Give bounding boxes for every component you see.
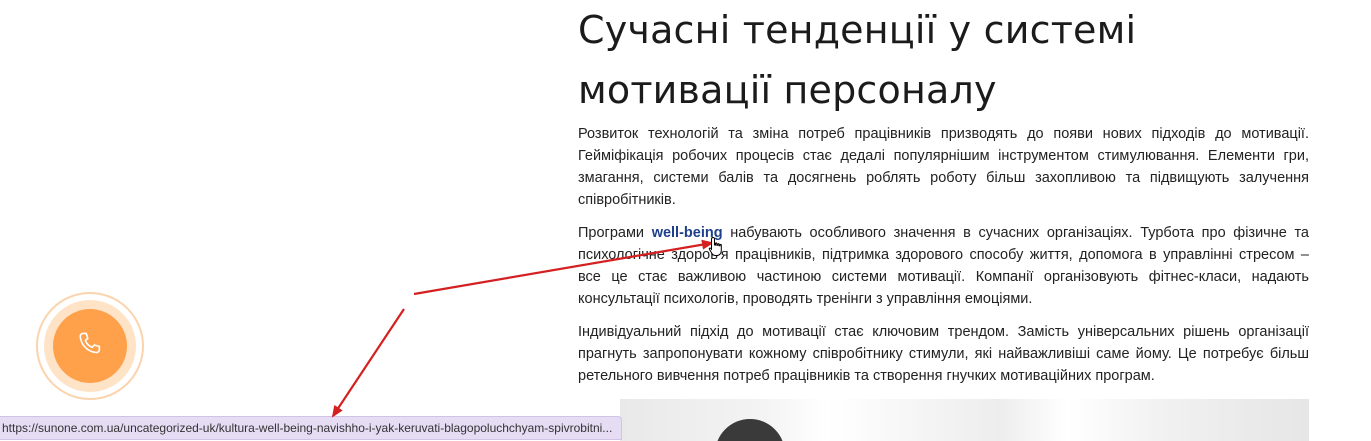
annotation-arrow-to-url	[331, 308, 405, 418]
article-image	[620, 399, 1309, 441]
article-body: Розвиток технологій та зміна потреб прац…	[578, 123, 1309, 398]
hand-cursor-icon	[708, 236, 722, 256]
article-paragraph-1: Розвиток технологій та зміна потреб прац…	[578, 126, 1309, 208]
call-button[interactable]	[36, 292, 144, 400]
image-figure	[715, 419, 785, 441]
link-preview-status-bar: https://sunone.com.ua/uncategorized-uk/k…	[0, 416, 623, 440]
call-button-core[interactable]	[53, 309, 127, 383]
article-paragraph-2: Програми well-being набувають особливого…	[578, 222, 1309, 310]
article-paragraph-3: Індивідуальний підхід до мотивації стає …	[578, 324, 1309, 384]
phone-icon	[75, 329, 105, 364]
paragraph-2-text-start: Програми	[578, 225, 652, 241]
article-title: Сучасні тенденції у системі мотивації пе…	[578, 8, 1137, 112]
